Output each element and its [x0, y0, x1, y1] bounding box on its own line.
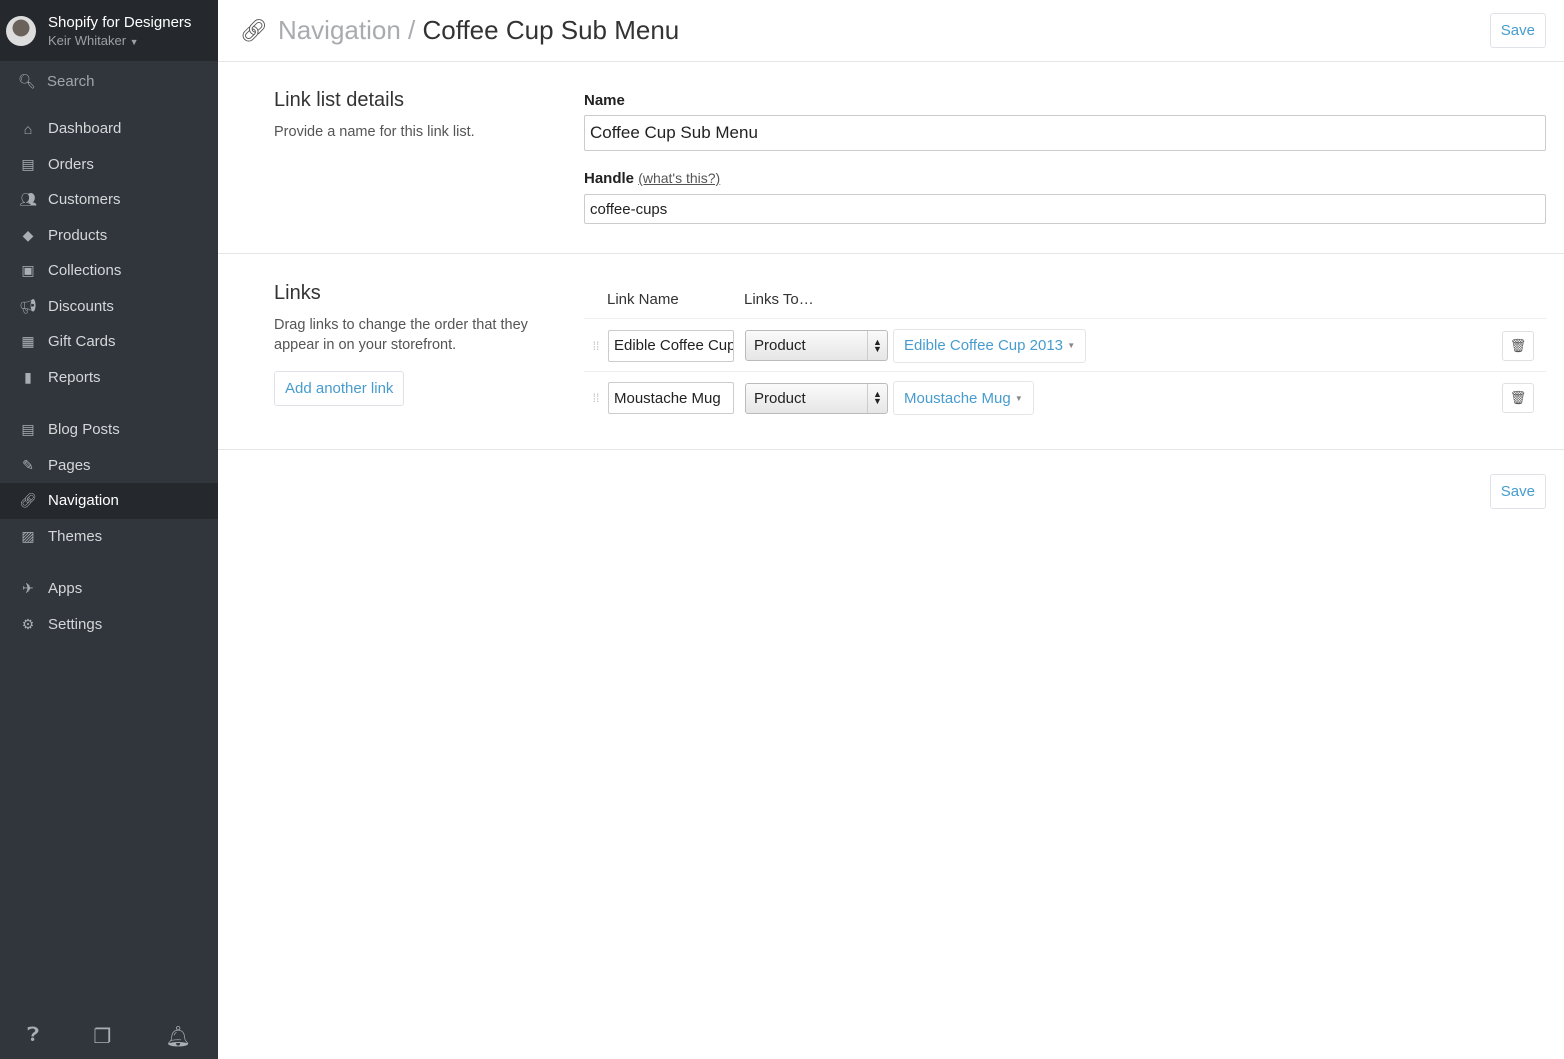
link-name-input[interactable]: Moustache Mug	[608, 382, 734, 414]
breadcrumb-navigation[interactable]: Navigation	[278, 15, 401, 45]
apps-icon: ✈︎	[22, 580, 34, 597]
sidebar-item-label: Settings	[48, 615, 103, 633]
sidebar-item-reports[interactable]: ▮ Reports	[0, 360, 218, 396]
link-target-dropdown[interactable]: Moustache Mug ▼	[893, 381, 1034, 415]
help-icon[interactable]: ❓︎	[27, 1024, 39, 1049]
trash-icon: 🗑︎	[1509, 337, 1527, 353]
save-button-bottom[interactable]: Save	[1489, 474, 1546, 509]
sidebar-item-label: Pages	[48, 456, 91, 474]
sidebar-item-label: Blog Posts	[48, 421, 120, 439]
link-type-select[interactable]: Product ▲ ▼	[745, 330, 888, 361]
sidebar-item-label: Reports	[48, 368, 101, 386]
sidebar-item-themes[interactable]: ▨ Themes	[0, 519, 218, 555]
shop-name: Shopify for Designers	[48, 13, 192, 31]
sidebar-item-collections[interactable]: ▣ Collections	[0, 253, 218, 289]
link-icon: 🔗︎	[19, 492, 37, 509]
bar-chart-icon: ▮	[24, 368, 32, 385]
delete-link-button[interactable]: 🗑︎	[1502, 330, 1534, 361]
add-link-button[interactable]: Add another link	[274, 371, 405, 406]
gear-icon: ⚙	[21, 615, 35, 632]
delete-link-button[interactable]: 🗑︎	[1502, 383, 1534, 413]
edit-icon: ✎	[22, 456, 34, 473]
sidebar-item-label: Themes	[48, 527, 103, 545]
trash-icon: 🗑︎	[1509, 390, 1527, 405]
sidebar-item-label: Navigation	[48, 492, 119, 510]
megaphone-icon: 📢︎	[19, 297, 37, 314]
page-header: 🔗︎ Navigation / Coffee Cup Sub Menu Save	[218, 0, 1564, 62]
box-icon: ▣	[21, 262, 35, 279]
users-icon: 👥︎	[19, 191, 37, 208]
main-content: 🔗︎ Navigation / Coffee Cup Sub Menu Save…	[218, 0, 1564, 509]
user-name: Keir Whitaker	[48, 32, 127, 48]
sidebar-item-navigation[interactable]: 🔗︎ Navigation	[0, 483, 218, 519]
sidebar-item-settings[interactable]: ⚙ Settings	[0, 607, 218, 643]
page-title: Navigation / Coffee Cup Sub Menu	[277, 15, 680, 45]
sidebar-item-apps[interactable]: ✈︎ Apps	[0, 571, 218, 607]
sidebar-item-label: Collections	[48, 262, 122, 280]
sidebar-item-label: Dashboard	[48, 120, 122, 138]
link-list-details-section: Link list details Provide a name for thi…	[218, 62, 1564, 254]
inbox-icon: ▤	[21, 155, 35, 172]
links-section: Links Drag links to change the order tha…	[218, 254, 1564, 450]
column-header-links-to: Links To…	[744, 291, 814, 308]
chevron-down-icon: ▼	[1067, 341, 1076, 350]
sidebar-item-blog-posts[interactable]: ▤ Blog Posts	[0, 412, 218, 448]
name-label: Name	[584, 92, 625, 109]
save-button-top[interactable]: Save	[1489, 13, 1546, 48]
link-row: ⁞⁞ Edible Coffee Cup Product ▲ ▼ Edible Co…	[584, 320, 1546, 372]
section-desc: Drag links to change the order that they…	[274, 317, 528, 353]
sidebar-item-label: Products	[48, 226, 108, 244]
link-name-input[interactable]: Edible Coffee Cup	[608, 329, 734, 362]
drag-handle-icon[interactable]: ⁞⁞	[584, 391, 608, 405]
sidebar-item-pages[interactable]: ✎ Pages	[0, 448, 218, 484]
sidebar-item-label: Orders	[48, 155, 94, 173]
link-row: ⁞⁞ Moustache Mug Product ▲ ▼ Moustache Mug…	[584, 372, 1546, 424]
sidebar-item-label: Discounts	[48, 297, 114, 315]
sidebar-item-dashboard[interactable]: ⌂ Dashboard	[0, 111, 218, 147]
shop-switcher[interactable]: Shopify for Designers Keir Whitaker ▼	[0, 0, 218, 61]
drag-handle-icon[interactable]: ⁞⁞	[584, 339, 608, 353]
sidebar-item-label: Customers	[48, 191, 121, 209]
select-arrows-icon: ▲ ▼	[867, 331, 887, 360]
sidebar-item-label: Apps	[48, 580, 83, 598]
search-input[interactable]: 🔍︎ Search	[0, 61, 218, 101]
select-arrows-icon: ▲ ▼	[867, 383, 887, 413]
column-header-link-name: Link Name	[607, 291, 679, 308]
sidebar-item-discounts[interactable]: 📢︎ Discounts	[0, 289, 218, 325]
link-target-dropdown[interactable]: Edible Coffee Cup 2013 ▼	[893, 328, 1087, 363]
handle-help-link[interactable]: (what's this?)	[638, 170, 720, 186]
sidebar-item-label: Gift Cards	[48, 333, 116, 351]
link-icon: 🔗︎	[240, 17, 268, 43]
sidebar-item-products[interactable]: ◆ Products	[0, 218, 218, 254]
gift-icon: ▦	[21, 333, 35, 350]
sidebar-item-customers[interactable]: 👥︎ Customers	[0, 182, 218, 218]
chevron-down-icon: ▼	[129, 36, 139, 47]
notifications-icon[interactable]: 🔔︎	[165, 1024, 190, 1049]
sidebar-item-gift-cards[interactable]: ▦ Gift Cards	[0, 324, 218, 360]
windows-icon[interactable]: ❐	[93, 1024, 111, 1049]
tag-icon: ◆	[22, 226, 34, 243]
section-heading: Links	[274, 282, 321, 304]
section-heading: Link list details	[274, 89, 405, 111]
link-type-select[interactable]: Product ▲ ▼	[745, 382, 888, 414]
home-icon: ⌂	[23, 120, 33, 137]
handle-label: Handle	[584, 170, 635, 187]
avatar	[6, 15, 36, 46]
chevron-down-icon: ▼	[1014, 393, 1023, 403]
section-desc: Provide a name for this link list.	[274, 124, 475, 140]
newspaper-icon: ▤	[21, 421, 35, 438]
handle-field[interactable]: coffee-cups	[584, 194, 1546, 224]
name-field[interactable]: Coffee Cup Sub Menu	[584, 115, 1546, 151]
search-icon: 🔍︎	[18, 72, 36, 89]
image-icon: ▨	[21, 527, 35, 544]
sidebar-item-orders[interactable]: ▤ Orders	[0, 147, 218, 183]
sidebar: Shopify for Designers Keir Whitaker ▼ 🔍︎…	[0, 0, 218, 1059]
